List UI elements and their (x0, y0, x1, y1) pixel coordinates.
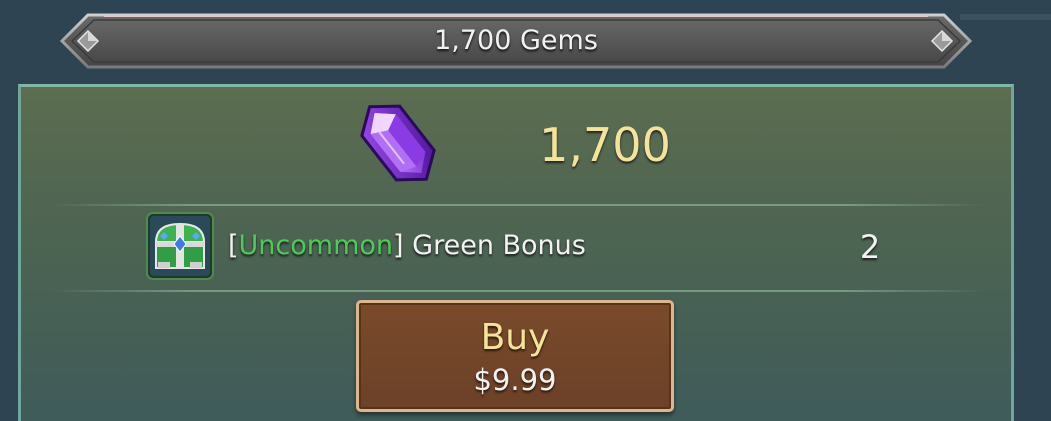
divider (50, 204, 985, 206)
bracket-open: [ (228, 230, 239, 261)
bonus-name: Green Bonus (403, 230, 586, 261)
bracket-close: ] (393, 230, 404, 261)
buy-button[interactable]: Buy $9.99 (356, 300, 674, 412)
title-banner: 1,700 Gems (60, 13, 972, 69)
rarity-label: Uncommon (238, 230, 394, 261)
buy-label: Buy (480, 317, 550, 358)
treasure-chest-icon[interactable] (146, 212, 214, 280)
divider (50, 290, 985, 292)
background-line (960, 14, 1051, 20)
purple-gem-icon (360, 104, 436, 182)
price-label: $9.99 (473, 363, 557, 397)
bonus-quantity: 2 (859, 228, 881, 266)
gem-amount: 1,700 (539, 118, 671, 172)
bonus-item-label: [Uncommon] Green Bonus (228, 230, 586, 261)
banner-title: 1,700 Gems (434, 25, 598, 56)
